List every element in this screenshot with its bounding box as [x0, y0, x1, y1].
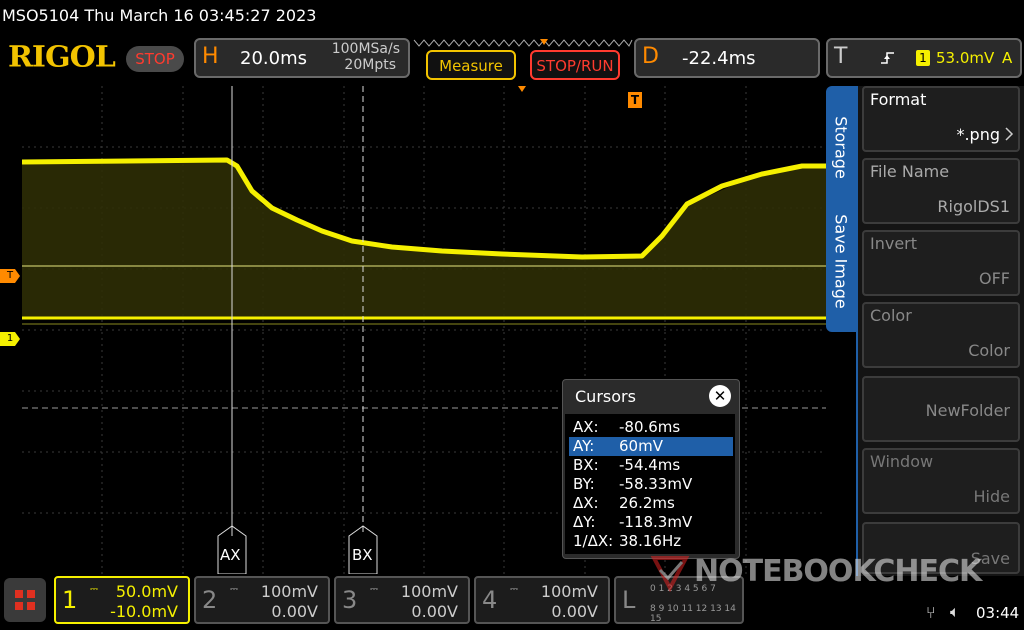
checkmark-logo-icon: [650, 556, 690, 592]
trigger-position-marker: [518, 86, 526, 92]
channel-1-number: 1: [62, 586, 78, 614]
rising-edge-icon: [881, 52, 894, 64]
menu-file-name[interactable]: File Name RigolDS1: [862, 158, 1020, 224]
dc-coupling-icon: ⎓: [370, 584, 378, 595]
channel-4-scale: 100mV: [540, 582, 598, 601]
tab-storage-label: Storage: [831, 116, 851, 179]
cursor-row-ay[interactable]: AY: 60mV: [569, 437, 733, 456]
menu-color-value: Color: [968, 341, 1010, 360]
rigol-logo: RIGOL: [8, 40, 116, 75]
channel-1-scale: 50.0mV: [115, 582, 178, 601]
window-title: MSO5104 Thu March 16 03:45:27 2023: [0, 0, 1024, 34]
channel-3-offset: 0.00V: [411, 602, 458, 621]
channel-2-offset: 0.00V: [271, 602, 318, 621]
channel-3-scale: 100mV: [400, 582, 458, 601]
channel-2-scale: 100mV: [260, 582, 318, 601]
dc-coupling-icon: ⎓: [230, 584, 238, 595]
tab-save-image[interactable]: Save Image: [826, 208, 856, 318]
watermark-text: NOTEBOOKCHECK: [694, 554, 982, 589]
menu-format-label: Format: [870, 90, 927, 109]
timebase-value: 20.0ms: [240, 48, 307, 69]
memory-depth: 20Mpts: [344, 57, 396, 73]
cursors-table: AX: -80.6ms AY: 60mV BX: -54.4ms BY: -58.33m…: [565, 414, 735, 554]
menu-invert-value: OFF: [979, 269, 1010, 288]
chevron-right-icon: [1005, 127, 1014, 141]
dc-coupling-icon: ⎓: [510, 584, 518, 595]
menu-button[interactable]: [4, 578, 46, 622]
menu-format-value: *.png: [956, 125, 1000, 144]
cursor-row-ax: AX: -80.6ms: [573, 418, 681, 436]
trigger-source-badge: 1: [916, 50, 930, 66]
logic-digits-bottom: 8 9 10 11 12 13 14 15: [650, 604, 736, 624]
channel-4-number: 4: [482, 586, 498, 614]
dc-coupling-icon: ⎓: [90, 584, 98, 595]
close-icon: ✕: [713, 387, 727, 405]
stop-run-label: STOP/RUN: [536, 57, 614, 75]
trigger-letter: T: [834, 44, 848, 69]
cursors-title: Cursors: [575, 387, 636, 406]
menu-new-folder[interactable]: NewFolder: [862, 376, 1020, 442]
cursor-b-label: BX: [352, 546, 373, 564]
channel1-offset-marker[interactable]: 1: [0, 332, 20, 346]
cursor-row-bx: BX: -54.4ms: [573, 456, 681, 474]
menu-window-label: Window: [870, 452, 934, 471]
channel-2-panel[interactable]: 2 ⎓ 100mV 0.00V: [194, 576, 330, 624]
tab-save-image-label: Save Image: [831, 214, 851, 309]
menu-window-value: Hide: [973, 487, 1010, 506]
delay-letter: D: [642, 44, 659, 69]
logic-letter: L: [622, 586, 636, 614]
menu-color[interactable]: Color Color: [862, 302, 1020, 368]
channel-2-number: 2: [202, 586, 218, 614]
delay-panel[interactable]: D -22.4ms: [634, 38, 820, 78]
menu-file-name-label: File Name: [870, 162, 950, 181]
channel-1-offset: -10.0mV: [110, 602, 178, 621]
usb-icon: ⑂: [926, 603, 936, 622]
delay-trigger-marker: T: [628, 92, 642, 108]
channel-4-panel[interactable]: 4 ⎓ 100mV 0.00V: [474, 576, 610, 624]
grid-menu-icon: [15, 590, 35, 610]
channel-1-panel[interactable]: 1 ⎓ 50.0mV -10.0mV: [54, 576, 190, 624]
trigger-mode: A: [1002, 49, 1013, 67]
stop-run-button[interactable]: STOP/RUN: [530, 50, 620, 80]
menu-window[interactable]: Window Hide: [862, 448, 1020, 514]
delay-value: -22.4ms: [682, 48, 756, 69]
tab-storage[interactable]: Storage: [826, 104, 856, 194]
cursor-row-inv-dx: 1/ΔX: 38.16Hz: [573, 532, 682, 550]
channel-3-panel[interactable]: 3 ⎓ 100mV 0.00V: [334, 576, 470, 624]
run-state-badge[interactable]: STOP: [126, 46, 184, 72]
cursor-a-label: AX: [220, 546, 241, 564]
horizontal-letter: H: [202, 44, 219, 69]
channel-4-offset: 0.00V: [551, 602, 598, 621]
menu-format[interactable]: Format *.png: [862, 86, 1020, 152]
measure-button[interactable]: Measure: [426, 50, 516, 80]
menu-invert-label: Invert: [870, 234, 918, 253]
measure-label: Measure: [439, 57, 503, 75]
channel-3-number: 3: [342, 586, 358, 614]
menu-new-folder-value: NewFolder: [925, 401, 1010, 420]
status-time: 03:44: [976, 604, 1020, 622]
menu-color-label: Color: [870, 306, 912, 325]
trigger-level: 53.0mV: [936, 49, 995, 67]
cursor-row-dx: ΔX: 26.2ms: [573, 494, 675, 512]
trigger-level-marker[interactable]: T: [0, 269, 20, 283]
menu-invert[interactable]: Invert OFF: [862, 230, 1020, 296]
cursor-row-by: BY: -58.33mV: [573, 475, 693, 493]
waveform-overview-strip: [412, 37, 634, 49]
menu-file-name-value: RigolDS1: [937, 197, 1010, 216]
horizontal-timebase-panel[interactable]: H 20.0ms 100MSa/s 20Mpts: [194, 38, 410, 78]
trigger-panel[interactable]: T 1 53.0mV A: [826, 38, 1022, 78]
cursors-close-button[interactable]: ✕: [709, 385, 731, 407]
cursors-dialog: Cursors ✕ AX: -80.6ms AY: 60mV BX: -54.4ms …: [562, 379, 740, 559]
sample-rate: 100MSa/s: [331, 41, 400, 57]
speaker-muted-icon[interactable]: 🔈︎: [950, 602, 960, 622]
cursor-row-dy: ΔY: -118.3mV: [573, 513, 693, 531]
